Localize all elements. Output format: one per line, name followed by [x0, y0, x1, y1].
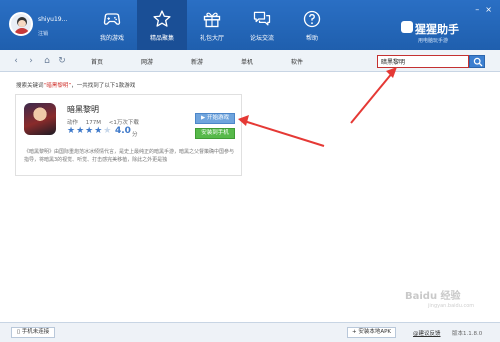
- avatar[interactable]: [9, 12, 33, 36]
- tab-single-player[interactable]: 单机: [222, 57, 272, 66]
- watermark-url: jingyan.baidu.com: [428, 303, 475, 309]
- gift-icon: [203, 12, 221, 28]
- back-arrow-icon[interactable]: ‹: [10, 55, 22, 67]
- close-button[interactable]: ×: [485, 5, 492, 14]
- result-keyword: “暗黑黎明”: [43, 83, 72, 89]
- watermark: Baidu 经验: [405, 291, 461, 302]
- tab-home[interactable]: 首页: [72, 57, 122, 66]
- feedback-link[interactable]: @建议反馈: [413, 329, 441, 337]
- result-suffix: ，一共找到了以下1款游戏: [71, 83, 136, 89]
- search-input[interactable]: [377, 55, 469, 68]
- start-game-button[interactable]: ▶ 开始游戏: [195, 113, 235, 124]
- phone-status-label: 手机未连接: [21, 329, 50, 335]
- brand-slogan: 用电脑玩手游: [418, 38, 449, 44]
- star-icon: [153, 10, 171, 27]
- install-to-phone-button[interactable]: 安装到手机: [195, 128, 235, 139]
- status-bar: ▯ 手机未连接 + 安装本地APK @建议反馈 版本1.1.8.0: [0, 322, 500, 342]
- tab-new-games[interactable]: 新游: [172, 57, 222, 66]
- game-title[interactable]: 暗黑黎明: [67, 104, 99, 115]
- home-icon[interactable]: ⌂: [41, 55, 53, 67]
- nav-label: 帮助: [305, 35, 318, 42]
- rating-stars: ★★★★★: [67, 126, 113, 136]
- game-icon[interactable]: [24, 103, 56, 135]
- nav-forum[interactable]: 论坛交流: [237, 0, 287, 50]
- nav-label: 礼包大厅: [199, 35, 224, 42]
- search-icon: [473, 57, 483, 67]
- tab-online-games[interactable]: 网游: [122, 57, 172, 66]
- version-label: 版本1.1.8.0: [452, 331, 483, 337]
- result-prefix: 搜索关键词: [16, 83, 44, 89]
- minimize-button[interactable]: –: [475, 5, 479, 14]
- tab-software[interactable]: 软件: [272, 57, 322, 66]
- forward-arrow-icon[interactable]: ›: [25, 55, 37, 67]
- rating-unit: 分: [132, 132, 138, 138]
- search-button[interactable]: [469, 55, 485, 68]
- nav-label: 我的游戏: [99, 35, 124, 42]
- brand-logo-icon: [401, 21, 413, 33]
- top-header: shiyu19... 注销 我的游戏 精品聚集 礼包大厅 论坛交流 帮助 猩猩助…: [0, 0, 500, 50]
- arrow-to-search: [350, 67, 397, 124]
- nav-label: 精品聚集: [149, 35, 174, 42]
- nav-label: 论坛交流: [249, 35, 274, 42]
- chat-icon: [253, 11, 271, 26]
- nav-gift-hall[interactable]: 礼包大厅: [187, 0, 237, 50]
- phone-connection-status[interactable]: ▯ 手机未连接: [11, 327, 56, 338]
- username: shiyu19...: [38, 16, 68, 23]
- category-tabs: 首页 网游 新游 单机 软件: [72, 57, 322, 66]
- main-nav: 我的游戏 精品聚集 礼包大厅 论坛交流 帮助: [87, 0, 337, 50]
- install-local-apk-button[interactable]: + 安装本地APK: [347, 327, 397, 338]
- gamepad-icon: [103, 13, 121, 25]
- refresh-icon[interactable]: ↻: [56, 55, 68, 67]
- nav-my-games[interactable]: 我的游戏: [87, 0, 137, 50]
- search-result-summary: 搜索关键词“暗黑黎明”，一共找到了以下1款游戏: [16, 81, 135, 89]
- window-controls: – ×: [475, 5, 492, 14]
- game-description: 《暗黑黎明》由国际重炮范冰冰倾情代言，是史上最纯正的暗黑手游，暗黑之父督策确中国…: [24, 149, 235, 163]
- game-meta: 动作 177M <1万次下载: [67, 118, 145, 126]
- logout-link[interactable]: 注销: [38, 30, 48, 37]
- brand-name: 猩猩助手: [415, 23, 459, 36]
- nav-featured[interactable]: 精品聚集: [137, 0, 187, 50]
- rating-score: 4.0: [115, 126, 131, 136]
- arrow-to-start-button: [238, 115, 325, 147]
- help-icon: [303, 10, 321, 28]
- nav-help[interactable]: 帮助: [287, 0, 337, 50]
